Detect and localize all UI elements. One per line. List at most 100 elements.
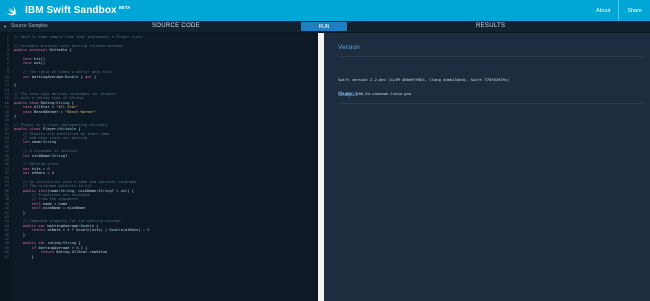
code-token: case <box>22 109 32 114</box>
code-token: } <box>14 114 17 119</box>
code-token: func <box>22 56 32 61</box>
code-token: , nickName: <box>73 188 99 193</box>
code-token: battingAverage: <box>45 223 81 228</box>
version-divider <box>338 56 644 57</box>
code-token: { <box>69 100 74 105</box>
output-title: Output <box>338 91 358 98</box>
code-token: String <box>51 153 66 158</box>
code-token: atBats = <box>29 171 52 176</box>
code-token: var <box>22 74 30 79</box>
code-token: var <box>22 166 30 171</box>
code-token: "Bench Warmer" <box>65 109 97 114</box>
code-token: Double <box>76 228 90 233</box>
code-token: // from the arguments <box>14 197 79 202</box>
code-token: Double <box>80 223 94 228</box>
code-token: Hittable <box>58 127 77 132</box>
code-token: String <box>98 188 112 193</box>
code-token: .name = name <box>40 201 68 206</box>
code-token: 0.3 <box>76 245 83 250</box>
code-token: ? <box>65 153 68 158</box>
code-token: // The nickname defaults to nil <box>14 184 92 189</box>
source-samples-label: Source Samples <box>10 23 48 29</box>
code-token: // An initializer with a name and option… <box>14 179 137 184</box>
results-pane: Version Swift version 2.2-dev (LLVM 46be… <box>324 33 650 301</box>
code-token: // with a rating type of String <box>14 96 83 101</box>
code-token: public enum <box>14 100 39 105</box>
code-token: return <box>31 228 46 233</box>
nav-share-link[interactable]: Share <box>619 8 650 14</box>
code-token: // Player is a class implementing Hittab… <box>14 122 108 127</box>
code-token: Rating.AllStar.rawValue <box>53 250 108 255</box>
code-token: Double <box>109 228 123 233</box>
code-token: nickName: <box>29 153 52 158</box>
code-token: // and have stats for batting <box>14 135 88 140</box>
code-token: // Hittable protocol with batting-relate… <box>14 43 123 48</box>
code-token: (atBats) : <box>122 228 148 233</box>
code-token: 0 <box>51 171 54 176</box>
code-token: Hittable { <box>47 48 72 53</box>
code-token: let <box>22 153 30 158</box>
code-token: { <box>76 127 81 132</box>
code-token: } <box>14 210 26 215</box>
code-token: } <box>91 74 97 79</box>
code-token: Player: <box>40 127 59 132</box>
code-token: { <box>93 223 99 228</box>
beta-badge: BETA <box>118 5 131 10</box>
nav-about-link[interactable]: About <box>588 8 618 14</box>
code-lines: 1// Here is some sample code that implem… <box>0 35 318 259</box>
target-line: Target: x86_64-unknown-linux-gnu <box>338 90 412 96</box>
code-token: public var <box>22 241 46 246</box>
code-token: var <box>22 171 30 176</box>
header-bar: IBM Swift Sandbox BETA About Share <box>0 0 650 21</box>
code-token: String <box>62 241 77 246</box>
code-token: ? = nil) { <box>111 188 134 193</box>
line-number: 51 <box>4 254 9 259</box>
code-token: // A nickname is optional <box>14 149 79 154</box>
code-token: // Properties are assigned <box>14 193 90 198</box>
code-token: self <box>31 206 41 211</box>
code-token: get <box>85 74 92 79</box>
code-token: BenchWarmer = <box>31 109 66 114</box>
code-token: String <box>56 100 70 105</box>
source-samples-dropdown[interactable]: ▼ Source Samples <box>3 23 48 29</box>
code-token: "All Star" <box>56 105 79 110</box>
toolbar: ▼ Source Samples SOURCE CODE RUN RESULTS <box>0 21 650 33</box>
code-token: return <box>40 250 54 255</box>
code-token: public var <box>22 223 46 228</box>
code-token: // Batting stats <box>14 162 59 167</box>
code-token: case <box>22 105 32 110</box>
code-token: hits = <box>29 166 48 171</box>
code-token: public protocol <box>14 48 48 53</box>
code-token: // Here is some sample code that impleme… <box>14 35 143 39</box>
code-token: let <box>22 140 30 145</box>
code-token: // Players are identified by their name <box>14 131 110 136</box>
code-token: .nickName = nickName <box>40 206 86 211</box>
code-token: String <box>42 140 57 145</box>
version-line: Swift version 2.2-dev (LLVM 46be9ff861, … <box>338 76 510 82</box>
code-editor[interactable]: 1// Here is some sample code that implem… <box>0 33 318 301</box>
output-divider <box>338 103 644 104</box>
code-token: 0 <box>47 166 50 171</box>
run-button[interactable]: RUN <box>301 22 347 31</box>
source-code-header: SOURCE CODE <box>152 23 200 29</box>
version-output: Swift version 2.2-dev (LLVM 46be9ff861, … <box>338 68 509 106</box>
code-token: name: <box>29 140 43 145</box>
code-line: 51 } <box>0 255 318 259</box>
code-token: AllStar = <box>31 105 57 110</box>
code-token: { <box>76 241 81 246</box>
code-token: atBats > <box>45 228 68 233</box>
